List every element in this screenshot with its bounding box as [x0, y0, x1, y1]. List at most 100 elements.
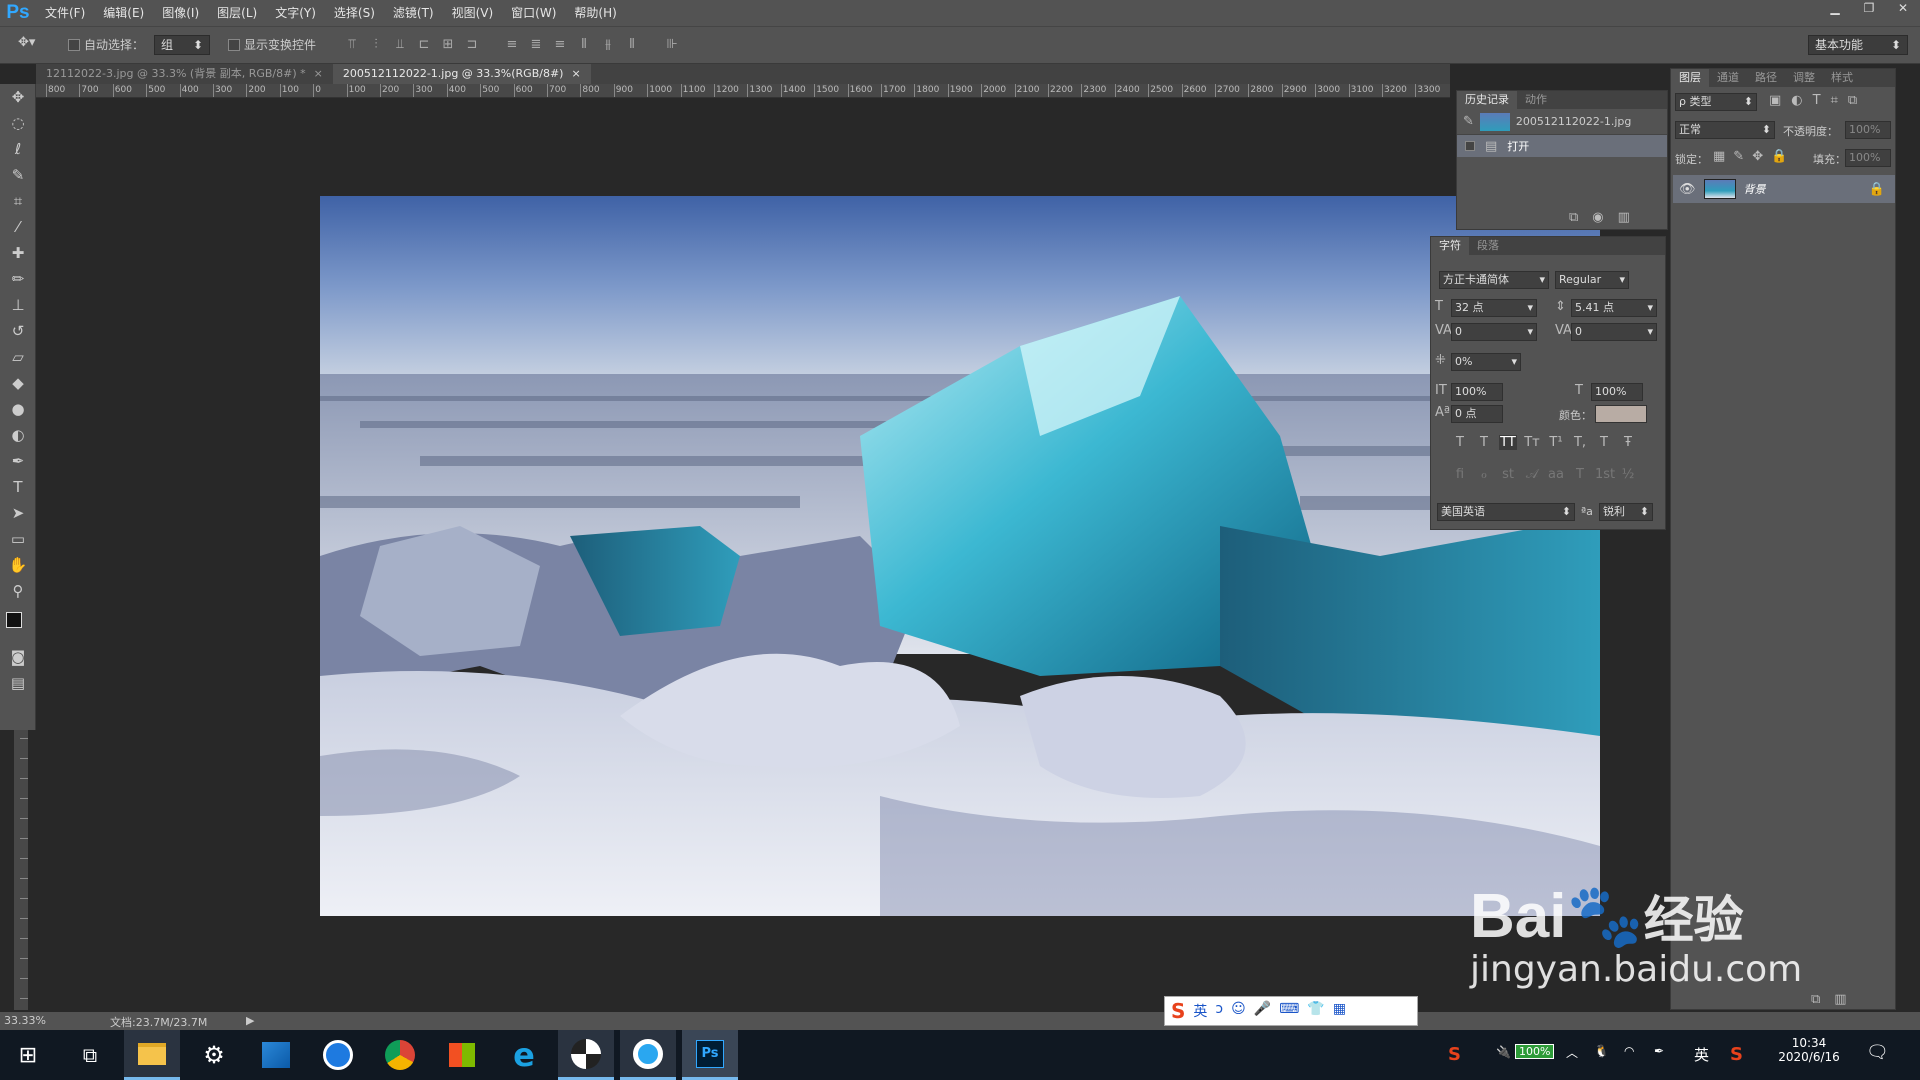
- font-family-dropdown[interactable]: 方正卡通简体 ▾: [1439, 271, 1549, 289]
- type-style-toggle[interactable]: T,: [1571, 435, 1589, 450]
- move-tool-preset-icon[interactable]: ✥▾: [18, 35, 35, 50]
- menu-item[interactable]: 选择(S): [325, 0, 384, 26]
- settings-gear-icon[interactable]: ⚙: [186, 1030, 242, 1080]
- filter-type-icon[interactable]: T: [1813, 93, 1821, 108]
- tsume-input[interactable]: 0% ▾: [1451, 353, 1521, 371]
- eyedropper-tool-icon[interactable]: ⁄: [0, 214, 36, 240]
- layers-panel-tab[interactable]: 图层: [1671, 69, 1709, 87]
- windows-start-icon[interactable]: ⊞: [0, 1030, 56, 1080]
- menu-item[interactable]: 滤镜(T): [384, 0, 443, 26]
- screen-mode-icon[interactable]: ▤: [0, 670, 36, 696]
- clone-stamp-tool-icon[interactable]: ⊥: [0, 292, 36, 318]
- lock-all-icon[interactable]: 🔒: [1771, 149, 1787, 164]
- crop-tool-icon[interactable]: ⌗: [0, 188, 36, 214]
- opentype-toggle[interactable]: 𝒜: [1523, 467, 1541, 482]
- brush-tool-icon[interactable]: ✏: [0, 266, 36, 292]
- store-icon[interactable]: [434, 1030, 490, 1080]
- move-tool-icon[interactable]: ✥: [0, 84, 36, 110]
- tab-paragraph[interactable]: 段落: [1469, 237, 1507, 255]
- history-snapshot[interactable]: ✎ 200512112022-1.jpg: [1457, 109, 1667, 135]
- internet-explorer-icon[interactable]: e: [496, 1030, 552, 1080]
- minimize-button[interactable]: ▁: [1818, 0, 1852, 18]
- type-style-toggle[interactable]: T: [1451, 435, 1469, 450]
- close-button[interactable]: ✕: [1886, 0, 1920, 18]
- history-brush-tool-icon[interactable]: ↺: [0, 318, 36, 344]
- menu-item[interactable]: 帮助(H): [565, 0, 625, 26]
- delete-layer-icon[interactable]: ▥: [1834, 992, 1846, 1007]
- opentype-toggle[interactable]: st: [1499, 467, 1517, 482]
- photos-app-icon[interactable]: [248, 1030, 304, 1080]
- lasso-tool-icon[interactable]: ℓ: [0, 136, 36, 162]
- workspace-dropdown[interactable]: 基本功能 ⬍: [1808, 35, 1908, 55]
- type-style-toggle[interactable]: Ŧ: [1619, 435, 1637, 450]
- penguin-tray-icon[interactable]: 🐧: [1594, 1044, 1609, 1058]
- ime-button[interactable]: ⌨: [1279, 1001, 1299, 1021]
- trash-icon[interactable]: ▥: [1618, 210, 1630, 225]
- show-hidden-icons-chevron-icon[interactable]: ︿: [1566, 1044, 1578, 1061]
- type-style-toggle[interactable]: TT: [1499, 435, 1517, 450]
- fill-input[interactable]: 100%: [1845, 149, 1891, 167]
- visibility-eye-icon[interactable]: 👁: [1679, 182, 1696, 197]
- type-style-toggle[interactable]: T: [1595, 435, 1613, 450]
- foreground-color-swatch[interactable]: [6, 612, 22, 628]
- path-select-tool-icon[interactable]: ➤: [0, 500, 36, 526]
- tab-actions[interactable]: 动作: [1517, 91, 1555, 109]
- photoshop-taskbar-icon[interactable]: Ps: [682, 1030, 738, 1080]
- align-top-icon[interactable]: ⫪: [342, 35, 362, 55]
- tab-history[interactable]: 历史记录: [1457, 91, 1517, 109]
- ime-button[interactable]: ☺: [1231, 1001, 1246, 1021]
- layers-panel-tab[interactable]: 调整: [1785, 69, 1823, 87]
- sogou-ime-icon[interactable]: S: [1730, 1044, 1743, 1065]
- filter-adjust-icon[interactable]: ◐: [1791, 93, 1802, 108]
- menu-item[interactable]: 图层(L): [208, 0, 266, 26]
- lock-pixels-icon[interactable]: ✎: [1733, 149, 1744, 164]
- menu-item[interactable]: 图像(I): [153, 0, 208, 26]
- distribute-vcenter-icon[interactable]: ≣: [526, 35, 546, 55]
- input-language[interactable]: 英: [1694, 1044, 1709, 1065]
- type-tool-icon[interactable]: T: [0, 474, 36, 500]
- dodge-tool-icon[interactable]: ◐: [0, 422, 36, 448]
- camera-snapshot-icon[interactable]: ◉: [1592, 210, 1603, 225]
- rectangle-tool-icon[interactable]: ▭: [0, 526, 36, 552]
- media-app-icon[interactable]: [558, 1030, 614, 1080]
- distribute-left-icon[interactable]: ⫴: [574, 35, 594, 55]
- auto-align-icon[interactable]: ⊪: [662, 35, 682, 55]
- lock-position-icon[interactable]: ✥: [1752, 149, 1763, 164]
- distribute-bottom-icon[interactable]: ≡: [550, 35, 570, 55]
- menu-item[interactable]: 文件(F): [36, 0, 94, 26]
- document-image[interactable]: [320, 196, 1600, 916]
- clock-app-icon[interactable]: [310, 1030, 366, 1080]
- text-color-swatch[interactable]: [1595, 405, 1647, 423]
- type-style-toggle[interactable]: T: [1475, 435, 1493, 450]
- opentype-toggle[interactable]: T: [1571, 467, 1589, 482]
- zoom-level[interactable]: 33.33%: [4, 1014, 46, 1027]
- lock-transparent-icon[interactable]: ▦: [1713, 149, 1725, 164]
- blur-tool-icon[interactable]: ●: [0, 396, 36, 422]
- pen-ink-icon[interactable]: ✒: [1654, 1044, 1664, 1058]
- notification-icon[interactable]: 🗨: [1866, 1042, 1889, 1063]
- align-hcenter-icon[interactable]: ⊞: [438, 35, 458, 55]
- wifi-icon[interactable]: ◠: [1624, 1044, 1634, 1058]
- opentype-toggle[interactable]: aa: [1547, 467, 1565, 482]
- opentype-toggle[interactable]: 1st: [1595, 467, 1615, 482]
- tab-character[interactable]: 字符: [1431, 237, 1469, 255]
- ime-button[interactable]: ▦: [1333, 1001, 1346, 1021]
- font-style-dropdown[interactable]: Regular ▾: [1555, 271, 1629, 289]
- distribute-right-icon[interactable]: ⫴: [622, 35, 642, 55]
- opentype-toggle[interactable]: ℴ: [1475, 467, 1493, 482]
- kerning-input[interactable]: 0 ▾: [1451, 323, 1537, 341]
- ime-button[interactable]: ɔ: [1215, 1001, 1223, 1021]
- battery-indicator[interactable]: 🔌 100%: [1496, 1044, 1555, 1059]
- menu-item[interactable]: 视图(V): [443, 0, 503, 26]
- marquee-tool-icon[interactable]: ◌: [0, 110, 36, 136]
- task-view-icon[interactable]: ⧉: [62, 1030, 118, 1080]
- chrome-icon[interactable]: [372, 1030, 428, 1080]
- file-explorer-icon[interactable]: [124, 1030, 180, 1080]
- align-bottom-icon[interactable]: ⫫: [390, 35, 410, 55]
- pen-tool-icon[interactable]: ✒: [0, 448, 36, 474]
- filter-pixel-icon[interactable]: ▣: [1769, 93, 1781, 108]
- layers-panel-tab[interactable]: 通道: [1709, 69, 1747, 87]
- horizontal-scale-input[interactable]: 100%: [1591, 383, 1643, 401]
- filter-smart-icon[interactable]: ⧉: [1848, 93, 1857, 108]
- auto-select-dropdown[interactable]: 组 ⬍: [154, 35, 210, 55]
